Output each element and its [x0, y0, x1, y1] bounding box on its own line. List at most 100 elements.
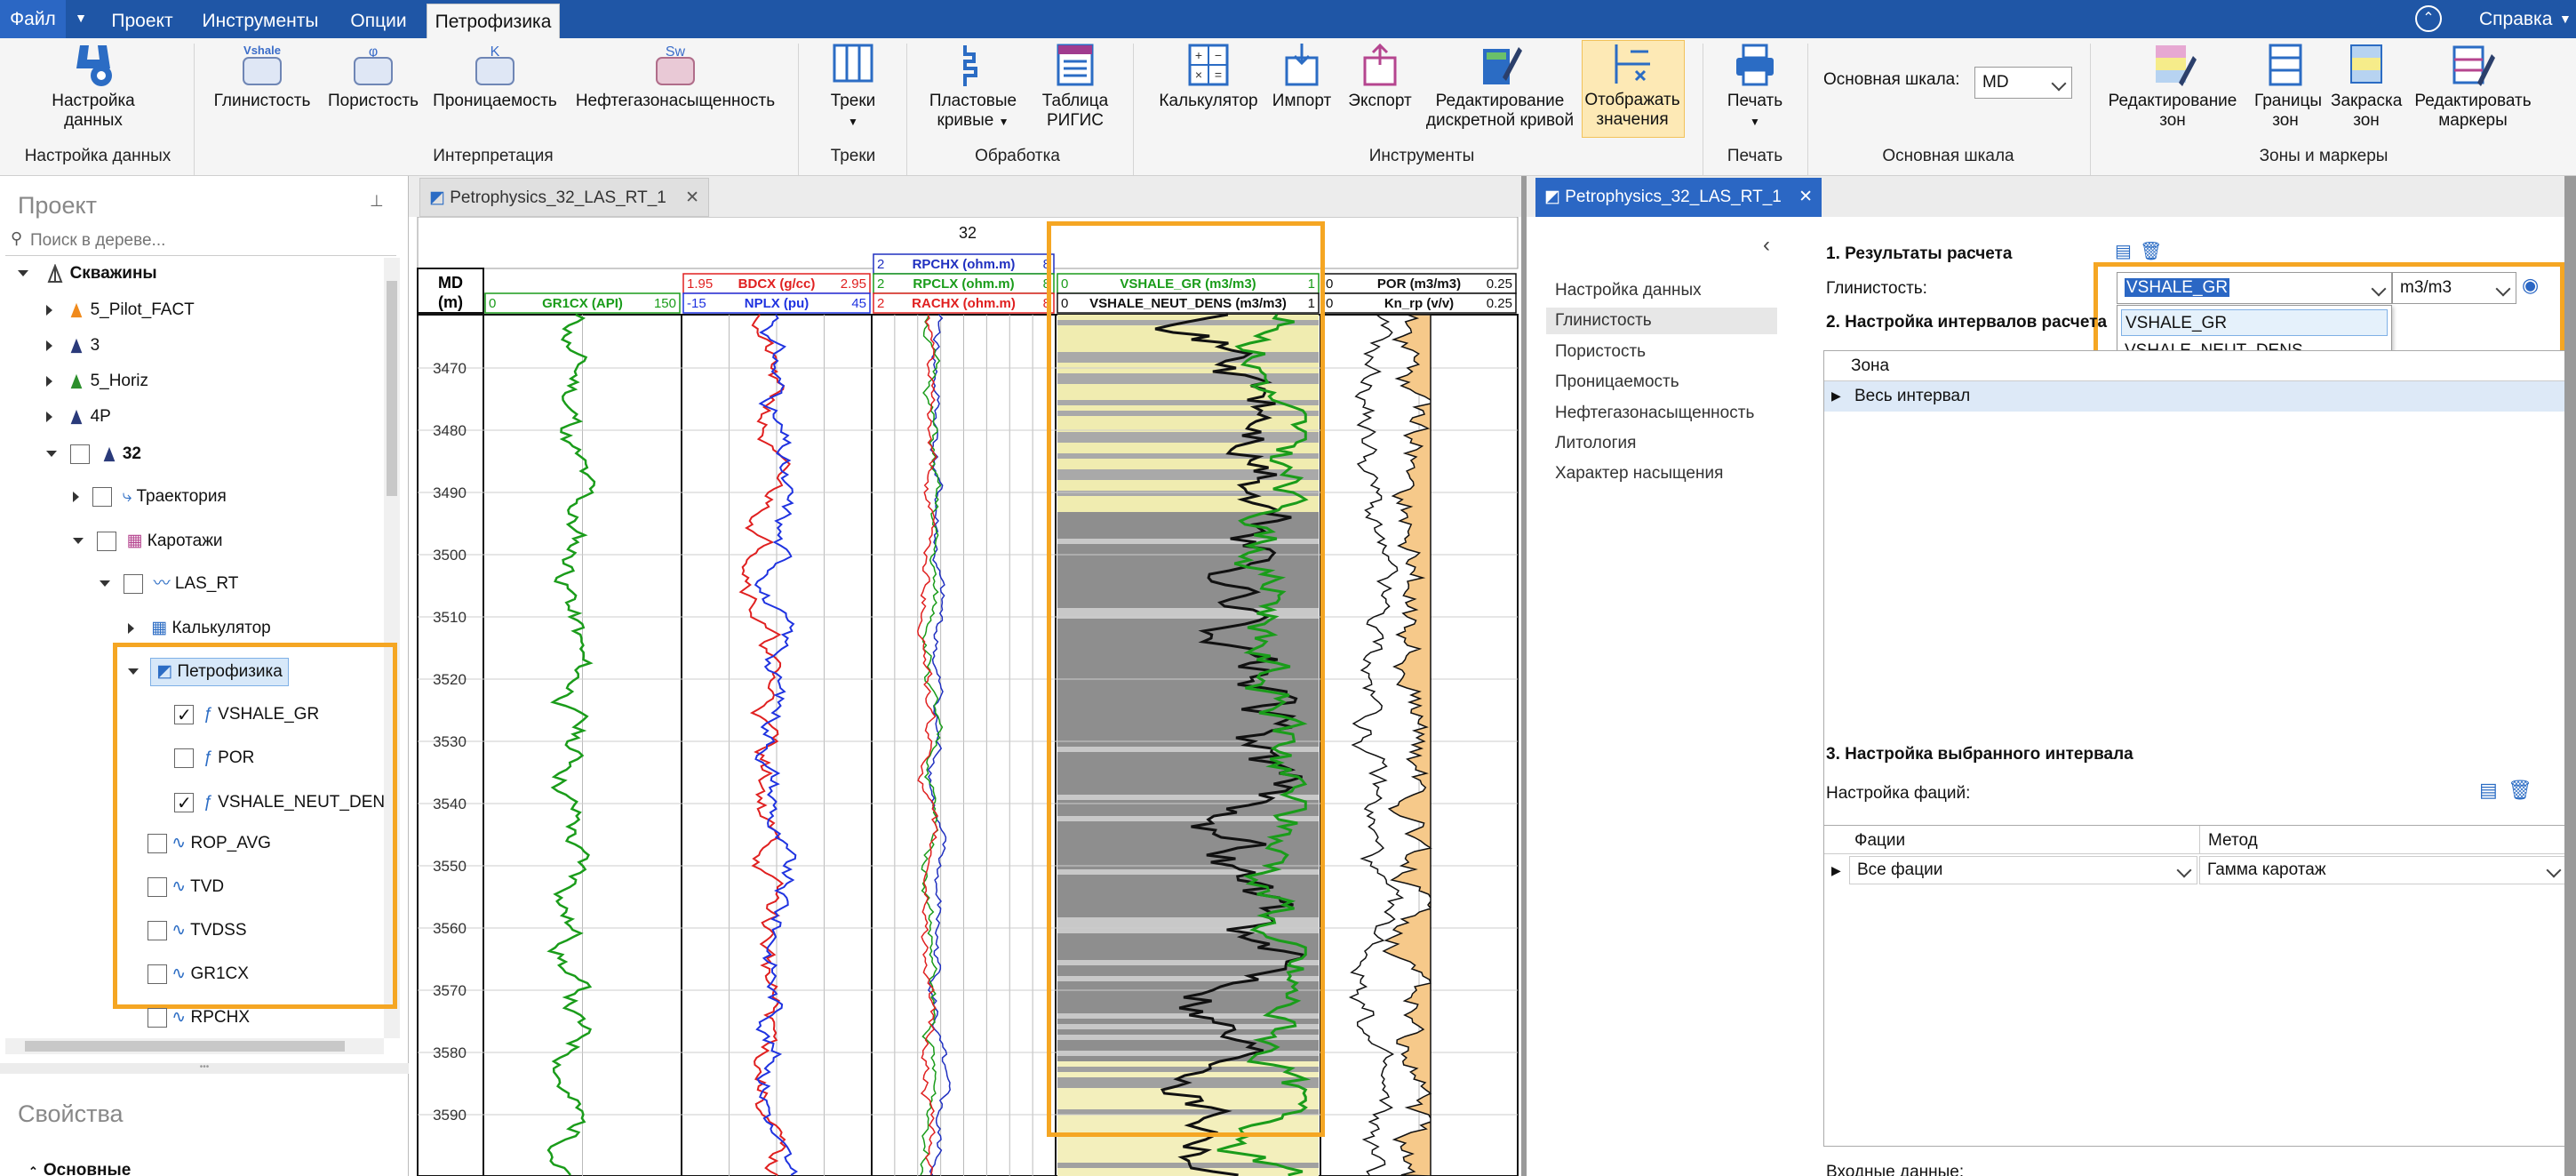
- edit-zones-button[interactable]: Редактирование зон: [2106, 42, 2239, 131]
- depth-tick-label: 3510: [433, 609, 467, 626]
- curve-max: 8: [1043, 296, 1050, 311]
- close-icon[interactable]: ✕: [1798, 188, 1813, 206]
- tree-search-input[interactable]: [30, 228, 386, 254]
- tab-options[interactable]: Опции: [336, 4, 421, 38]
- tree-node-vshale-gr[interactable]: ƒ VSHALE_GR: [174, 701, 319, 729]
- show-values-icon: [1615, 44, 1650, 84]
- facies-select[interactable]: Все фации: [1849, 856, 2197, 884]
- facies-table: Фации Метод ▶ Все фации Гамма каротаж: [1823, 825, 2571, 1147]
- edit-markers-button[interactable]: Редактировать маркеры: [2406, 42, 2540, 131]
- tree-node-las-rt[interactable]: 〰 LAS_RT: [100, 571, 238, 597]
- show-values-button[interactable]: Отображать значения: [1582, 40, 1685, 138]
- table-row[interactable]: ▶ Все фации Гамма каротаж: [1824, 854, 2570, 886]
- tab-tools[interactable]: Инструменты: [194, 4, 327, 38]
- curve-checkbox[interactable]: [148, 1007, 167, 1028]
- pin-icon[interactable]: ⊥: [370, 192, 384, 211]
- panel-splitter[interactable]: •••: [0, 1063, 409, 1074]
- edit-zones-icon: [2156, 45, 2197, 86]
- data-setup-button[interactable]: Настройка данных: [36, 42, 151, 131]
- logs-checkbox[interactable]: [97, 531, 117, 551]
- tree-node-rpchx[interactable]: ∿ RPCHX: [148, 1004, 250, 1031]
- import-button[interactable]: Импорт: [1266, 42, 1337, 111]
- curve-checkbox[interactable]: [148, 964, 167, 984]
- tree-hscrollbar[interactable]: [5, 1038, 384, 1054]
- tracks-button[interactable]: Треки ▼: [809, 42, 897, 132]
- edit-discrete-curve-button[interactable]: Редактирование дискретной кривой: [1420, 42, 1580, 131]
- table-icon: [1057, 44, 1094, 86]
- vshale-gr-checkbox[interactable]: [174, 702, 194, 729]
- properties-section[interactable]: ⌃ Основные: [28, 1161, 131, 1176]
- zone-fill-button[interactable]: Закраска зон: [2326, 42, 2406, 131]
- tree-node-por[interactable]: ƒ POR: [174, 745, 254, 772]
- import-icon: [1285, 44, 1319, 86]
- collapse-nav-icon[interactable]: ‹: [1763, 233, 1770, 258]
- tree-search[interactable]: ⚲: [5, 228, 396, 256]
- method-select[interactable]: Гамма каротаж: [2199, 856, 2567, 884]
- las-rt-checkbox[interactable]: [124, 573, 144, 594]
- tree-node-well-4p[interactable]: 4P: [46, 404, 111, 430]
- svg-text:×: ×: [1195, 68, 1202, 82]
- depth-header-unit: (m): [438, 293, 463, 311]
- nav-permeability[interactable]: Проницаемость: [1555, 369, 1679, 396]
- nav-saturation-character[interactable]: Характер насыщения: [1555, 460, 1723, 487]
- saturation-button[interactable]: Sw Нефтегазонасыщенность: [569, 42, 782, 111]
- curve-name: Kn_rp (v/v): [1384, 296, 1454, 311]
- tree-node-tvdss[interactable]: ∿ TVDSS: [148, 917, 247, 944]
- shale-button[interactable]: Vshale Глинистость: [209, 42, 315, 111]
- well-log-plot[interactable]: 32 MD(m) 0 150 GR1CX (API) 1.95 2.95 BDCX (g/cc…: [409, 217, 1527, 1176]
- help-dropdown-icon[interactable]: ▼: [2559, 0, 2572, 38]
- base-scale-select[interactable]: MD: [1974, 67, 2072, 99]
- nav-lithology[interactable]: Литология: [1555, 430, 1636, 457]
- center-doc-tab[interactable]: ◩ Petrophysics_32_LAS_RT_1 ✕: [419, 178, 710, 217]
- layer-curves-button[interactable]: Пластовые кривые ▼: [915, 42, 1031, 132]
- trajectory-checkbox[interactable]: [92, 486, 113, 507]
- tree-scrollbar-thumb[interactable]: [387, 281, 397, 496]
- show-values-label: Отображать значения: [1584, 91, 1680, 129]
- nav-saturation[interactable]: Нефтегазонасыщенность: [1555, 400, 1754, 427]
- tree-node-well-5-pilot[interactable]: 5_Pilot_FACT: [46, 297, 195, 324]
- curve-checkbox[interactable]: [148, 920, 167, 940]
- tab-project[interactable]: Проект: [100, 4, 185, 38]
- well-32-checkbox[interactable]: [70, 444, 91, 464]
- help-menu[interactable]: Справка: [2479, 0, 2552, 38]
- tree-node-logs[interactable]: ▦ Каротажи: [73, 528, 223, 555]
- export-button[interactable]: Экспорт: [1340, 42, 1420, 111]
- tree-node-wells[interactable]: Скважины: [18, 260, 157, 287]
- permeability-button[interactable]: K Проницаемость: [428, 42, 562, 111]
- tree-node-petrophysics[interactable]: ◩ Петрофизика: [128, 658, 289, 686]
- curve-checkbox[interactable]: [148, 833, 167, 853]
- tree-node-vshale-neut-den[interactable]: ƒ VSHALE_NEUT_DEN: [174, 789, 385, 817]
- file-menu[interactable]: Файл: [0, 0, 66, 38]
- tree-node-well-3[interactable]: 3: [46, 332, 100, 359]
- panel-splitter[interactable]: [1521, 176, 1527, 1176]
- tree-node-well-32[interactable]: 32: [46, 441, 141, 468]
- close-icon[interactable]: ✕: [685, 188, 699, 207]
- collapse-ribbon-icon[interactable]: ⌃: [2415, 5, 2442, 32]
- por-checkbox[interactable]: [174, 748, 194, 768]
- calculator-button[interactable]: + − × = Калькулятор: [1146, 42, 1271, 111]
- curve-checkbox[interactable]: [148, 876, 167, 897]
- right-doc-tab[interactable]: ◩ Petrophysics_32_LAS_RT_1 ✕: [1535, 178, 1822, 217]
- porosity-button[interactable]: φ Пористость: [320, 42, 427, 111]
- tab-petrophysics[interactable]: Петрофизика: [427, 4, 560, 38]
- nav-shale[interactable]: Глинистость: [1546, 308, 1777, 334]
- delete-facies-icon[interactable]: 🗑: [2508, 779, 2532, 802]
- tree-node-trajectory[interactable]: ⤷ Траектория: [73, 484, 227, 510]
- tree-node-well-5-horiz[interactable]: 5_Horiz: [46, 368, 148, 395]
- tree-node-tvd[interactable]: ∿ TVD: [148, 874, 224, 900]
- add-result-icon[interactable]: ▤: [2115, 240, 2132, 262]
- tree-node-calculator[interactable]: ▦ Калькулятор: [128, 615, 271, 642]
- zone-boundaries-button[interactable]: Границы зон: [2241, 42, 2330, 131]
- tree-hscrollbar-thumb[interactable]: [25, 1041, 345, 1052]
- table-row[interactable]: ▶ Весь интервал: [1824, 381, 2570, 412]
- nav-data-setup[interactable]: Настройка данных: [1555, 277, 1702, 304]
- tree-node-gr1cx[interactable]: ∿ GR1CX: [148, 961, 249, 988]
- rigis-table-button[interactable]: Таблица РИГИС: [1031, 42, 1120, 131]
- add-facies-icon[interactable]: ▤: [2479, 779, 2498, 802]
- delete-result-icon[interactable]: 🗑: [2140, 240, 2162, 262]
- tree-node-rop-avg[interactable]: ∿ ROP_AVG: [148, 830, 271, 857]
- quick-access-dropdown[interactable]: ▼: [68, 0, 94, 38]
- nav-porosity[interactable]: Пористость: [1555, 339, 1646, 365]
- print-button[interactable]: Печать ▼: [1715, 42, 1795, 132]
- vshale-neut-den-checkbox[interactable]: [174, 790, 194, 817]
